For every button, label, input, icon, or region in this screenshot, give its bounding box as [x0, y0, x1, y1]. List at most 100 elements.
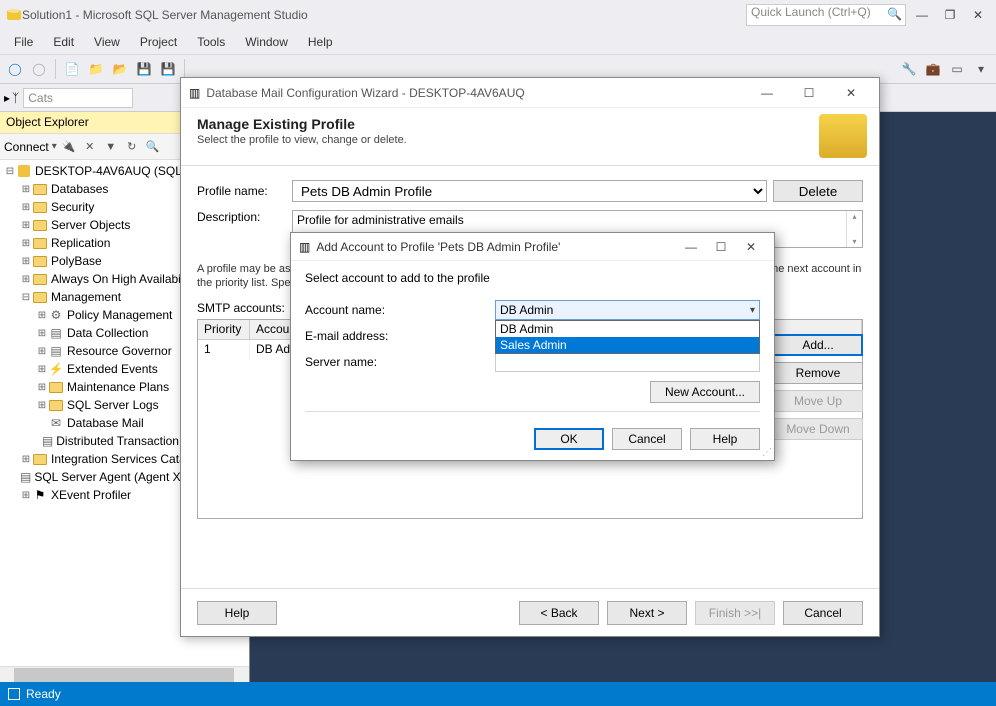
tree-item[interactable]: Resource Governor — [67, 344, 172, 358]
tree-item[interactable]: Databases — [51, 182, 108, 196]
add-account-dialog: ▥ Add Account to Profile 'Pets DB Admin … — [290, 232, 775, 461]
move-up-button[interactable]: Move Up — [773, 390, 863, 412]
dropdown-icon[interactable]: ▾ — [970, 58, 992, 80]
tool-icon[interactable]: 🔧 — [898, 58, 920, 80]
events-icon: ⚡ — [48, 361, 64, 377]
dialog-minimize-button[interactable]: — — [676, 240, 706, 254]
tree-item[interactable]: Always On High Availability — [51, 272, 196, 286]
wizard-minimize-button[interactable]: — — [747, 81, 787, 105]
server-label: Server name: — [305, 355, 495, 369]
status-icon — [8, 688, 20, 700]
cancel-button[interactable]: Cancel — [783, 601, 863, 625]
remove-button[interactable]: Remove — [773, 362, 863, 384]
dtc-icon — [42, 433, 53, 449]
help-button[interactable]: Help — [690, 428, 760, 450]
tree-item[interactable]: Extended Events — [67, 362, 158, 376]
server-field[interactable] — [495, 352, 760, 372]
tree-item[interactable]: Maintenance Plans — [67, 380, 169, 394]
dialog-titlebar[interactable]: ▥ Add Account to Profile 'Pets DB Admin … — [291, 233, 774, 261]
database-picker[interactable] — [23, 88, 133, 108]
tree-item[interactable]: Security — [51, 200, 94, 214]
window-icon[interactable]: ▭ — [946, 58, 968, 80]
wizard-heading: Manage Existing Profile — [197, 116, 407, 132]
dialog-close-button[interactable]: ✕ — [736, 240, 766, 254]
menu-window[interactable]: Window — [235, 31, 298, 53]
menu-file[interactable]: File — [4, 31, 43, 53]
tree-item[interactable]: Replication — [51, 236, 110, 250]
disconnect-icon[interactable]: ✕ — [81, 138, 99, 156]
app-icon — [6, 7, 22, 23]
back-button[interactable]: < Back — [519, 601, 599, 625]
new-query-icon[interactable]: 📄 — [61, 58, 83, 80]
dialog-maximize-button[interactable]: ☐ — [706, 240, 736, 254]
next-button[interactable]: Next > — [607, 601, 687, 625]
tree-item[interactable]: Data Collection — [67, 326, 148, 340]
execute-icon[interactable]: ▸ — [4, 91, 10, 105]
menu-tools[interactable]: Tools — [187, 31, 235, 53]
scrollbar[interactable]: ▴▾ — [846, 211, 862, 247]
finish-button[interactable]: Finish >>| — [695, 601, 775, 625]
menu-edit[interactable]: Edit — [43, 31, 84, 53]
briefcase-icon[interactable]: 💼 — [922, 58, 944, 80]
menu-help[interactable]: Help — [298, 31, 343, 53]
status-bar: Ready — [0, 682, 996, 706]
profile-name-select[interactable]: Pets DB Admin Profile — [292, 180, 767, 202]
add-button[interactable]: Add... — [773, 334, 863, 356]
dialog-subtitle: Select account to add to the profile — [305, 271, 760, 285]
ok-button[interactable]: OK — [534, 428, 604, 450]
profiler-icon: ⚑ — [32, 487, 48, 503]
tree-item[interactable]: XEvent Profiler — [51, 488, 131, 502]
tree-item[interactable]: Management — [51, 290, 121, 304]
menu-project[interactable]: Project — [130, 31, 187, 53]
wizard-titlebar[interactable]: ▥ Database Mail Configuration Wizard - D… — [181, 78, 879, 108]
account-name-combobox[interactable]: DB Admin ▾ — [495, 300, 760, 320]
tree-item[interactable]: SQL Server Logs — [67, 398, 159, 412]
save-icon[interactable]: 💾 — [133, 58, 155, 80]
help-button[interactable]: Help — [197, 601, 277, 625]
wizard-close-button[interactable]: ✕ — [831, 81, 871, 105]
dropdown-option[interactable]: DB Admin — [496, 321, 759, 337]
server-image-icon — [819, 114, 867, 158]
new-account-button[interactable]: New Account... — [650, 381, 760, 403]
horizontal-scrollbar[interactable] — [0, 666, 249, 682]
quick-launch-input[interactable]: Quick Launch (Ctrl+Q) 🔍 — [746, 4, 906, 26]
description-label: Description: — [197, 210, 292, 224]
search-icon: 🔍 — [887, 7, 902, 21]
connect-label[interactable]: Connect — [4, 140, 49, 154]
menu-view[interactable]: View — [84, 31, 130, 53]
restore-button[interactable]: ❐ — [938, 4, 962, 26]
tree-item[interactable]: Policy Management — [67, 308, 172, 322]
filter-icon[interactable]: ▼ — [102, 138, 120, 156]
resize-grip-icon[interactable]: ⋰ — [762, 447, 772, 458]
tree-item-database-mail[interactable]: Database Mail — [67, 416, 144, 430]
move-down-button[interactable]: Move Down — [773, 418, 863, 440]
profile-name-label: Profile name: — [197, 184, 292, 198]
save-all-icon[interactable]: 💾 — [157, 58, 179, 80]
refresh-icon[interactable]: ↻ — [123, 138, 141, 156]
debug-icon[interactable]: ᛉ — [12, 91, 19, 105]
data-icon — [48, 325, 64, 341]
new-project-icon[interactable]: 📁 — [85, 58, 107, 80]
nav-fwd-icon[interactable]: ◯ — [28, 58, 50, 80]
cancel-button[interactable]: Cancel — [612, 428, 682, 450]
close-button[interactable]: ✕ — [966, 4, 990, 26]
open-icon[interactable]: 📂 — [109, 58, 131, 80]
chevron-down-icon: ▾ — [750, 305, 755, 316]
connect-icon[interactable]: 🔌 — [60, 138, 78, 156]
resource-icon — [48, 343, 64, 359]
nav-back-icon[interactable]: ◯ — [4, 58, 26, 80]
agent-icon — [20, 469, 31, 485]
gear-icon — [48, 307, 64, 323]
search-icon[interactable]: 🔍 — [144, 138, 162, 156]
tree-item[interactable]: PolyBase — [51, 254, 102, 268]
wizard-maximize-button[interactable]: ☐ — [789, 81, 829, 105]
wizard-subheading: Select the profile to view, change or de… — [197, 134, 407, 146]
wizard-window-title: Database Mail Configuration Wizard - DES… — [206, 86, 747, 100]
dialog-title: Add Account to Profile 'Pets DB Admin Pr… — [316, 240, 676, 254]
col-priority[interactable]: Priority — [198, 320, 250, 339]
delete-button[interactable]: Delete — [773, 180, 863, 202]
minimize-button[interactable]: — — [910, 4, 934, 26]
dropdown-option-selected[interactable]: Sales Admin — [496, 337, 759, 353]
account-dropdown[interactable]: DB Admin Sales Admin — [495, 320, 760, 354]
tree-item[interactable]: Server Objects — [51, 218, 130, 232]
